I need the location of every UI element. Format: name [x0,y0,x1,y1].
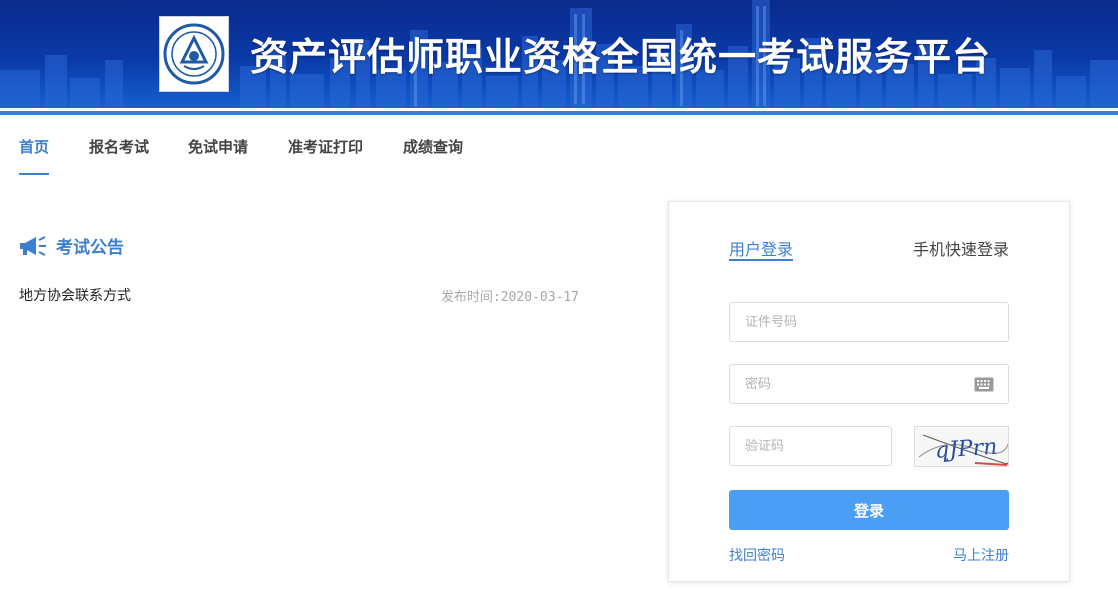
nav-item-admission-ticket[interactable]: 准考证打印 [288,136,363,157]
notice-link[interactable]: 地方协会联系方式 [19,285,131,305]
china-appraisal-society-logo-icon [159,16,229,92]
notice-publish-time: 发布时间:2020-03-17 [440,290,579,305]
list-item: 地方协会联系方式 发布时间:2020-03-17 [19,285,579,305]
notice-header: 考试公告 [19,233,124,258]
keyboard-icon[interactable] [974,377,994,392]
notice-title: 考试公告 [56,238,124,258]
site-title: 资产评估师职业资格全国统一考试服务平台 [250,35,992,79]
captcha-input[interactable] [730,427,891,465]
login-panel: 用户登录 手机快速登录 qJPrn 登录 找回密码 马上注册 [668,201,1070,582]
nav-active-indicator [19,173,49,175]
register-link[interactable]: 马上注册 [953,545,1009,565]
id-number-input[interactable] [730,303,1008,341]
captcha-field-wrapper [729,426,892,466]
header-banner: 资产评估师职业资格全国统一考试服务平台 [0,0,1118,108]
nav-item-home[interactable]: 首页 [19,136,49,157]
tab-active-indicator [729,259,793,261]
megaphone-icon [20,235,46,256]
banner-divider [0,108,1118,115]
password-field-wrapper [729,364,1009,404]
login-button[interactable]: 登录 [729,490,1009,530]
nav-item-register-exam[interactable]: 报名考试 [89,136,149,157]
nav-item-score-query[interactable]: 成绩查询 [403,136,463,157]
captcha-image[interactable]: qJPrn [914,426,1009,467]
svg-text:qJPrn: qJPrn [934,435,998,464]
nav-item-exemption[interactable]: 免试申请 [188,136,248,157]
forgot-password-link[interactable]: 找回密码 [729,545,785,565]
main-nav: 首页 报名考试 免试申请 准考证打印 成绩查询 [0,115,1118,177]
password-input[interactable] [730,365,1008,403]
tab-user-login[interactable]: 用户登录 [729,236,793,260]
tab-phone-login[interactable]: 手机快速登录 [913,236,1009,260]
id-number-field-wrapper [729,302,1009,342]
